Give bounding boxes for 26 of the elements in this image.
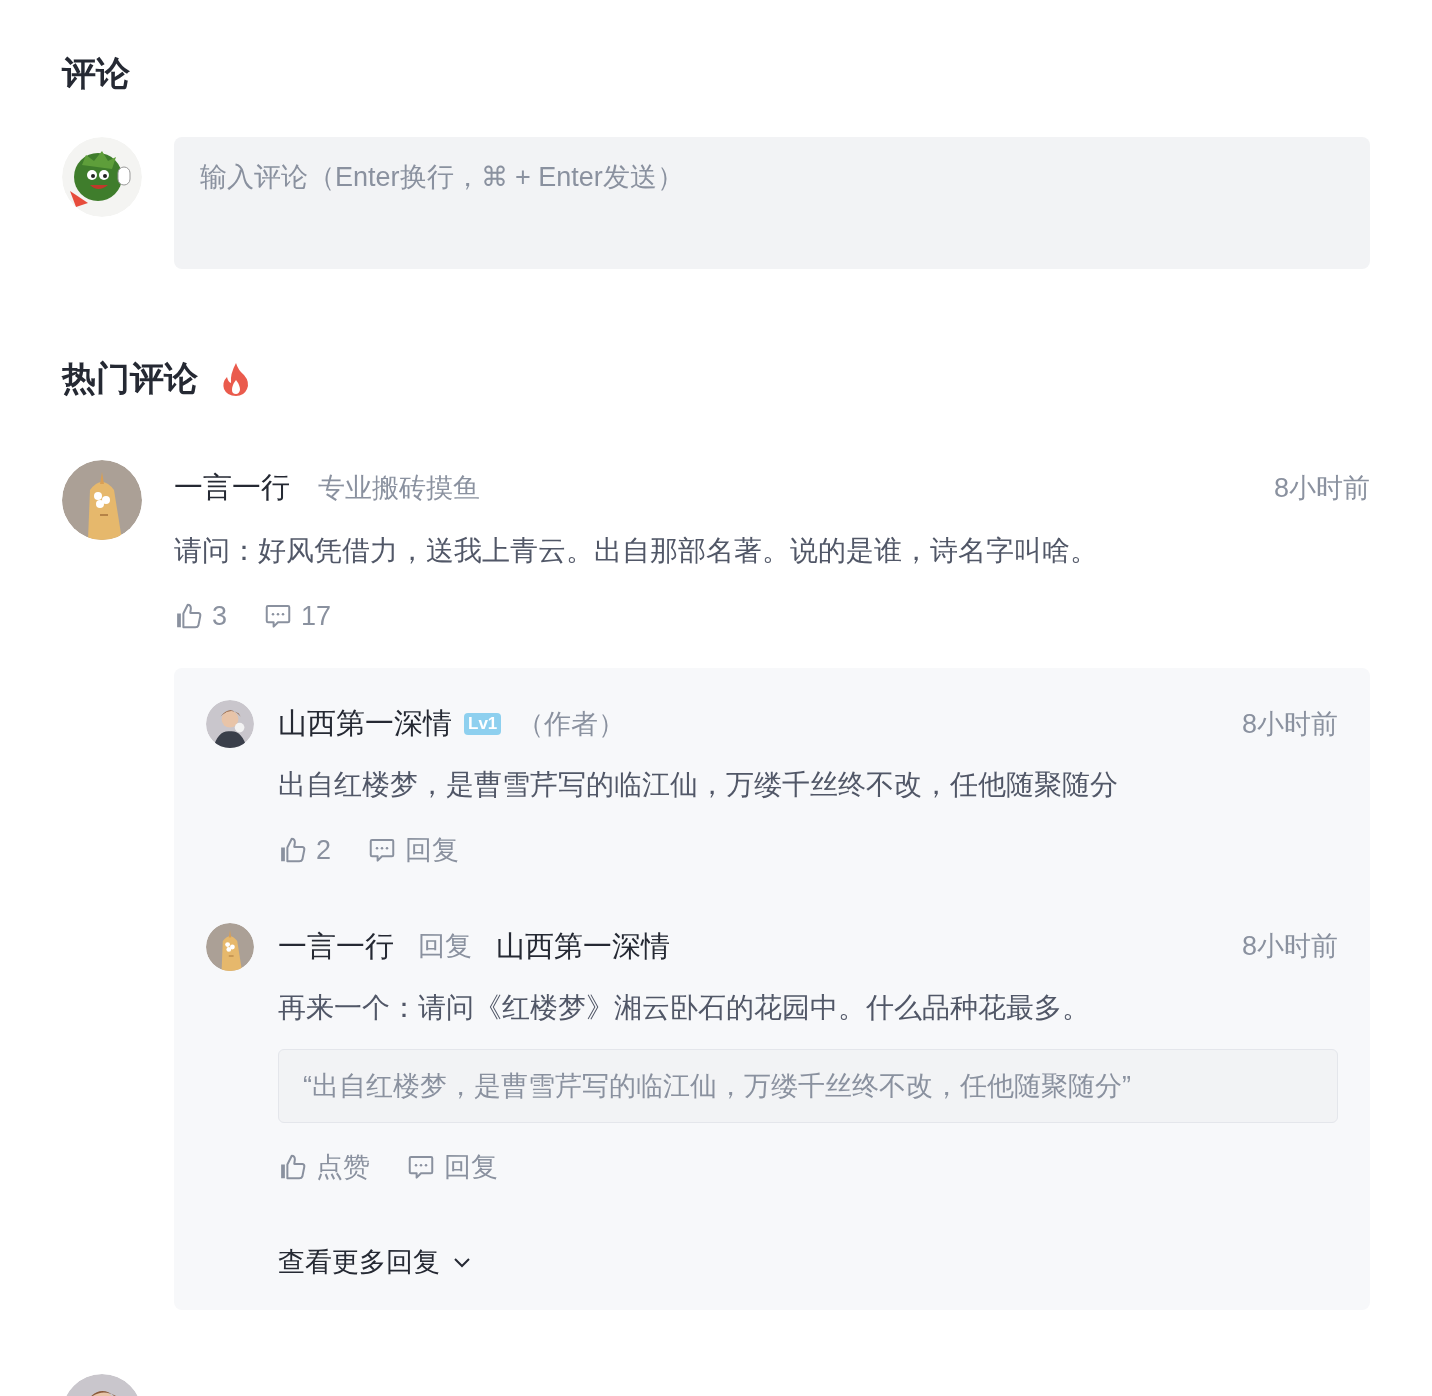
comment-time: 8小时前 xyxy=(1273,471,1370,505)
author-tagline: 专业搬砖摸鱼 xyxy=(318,471,480,505)
author-name[interactable]: 一言一行 xyxy=(278,924,394,969)
quoted-text: “出自红楼梦，是曹雪芹写的临江仙，万缕千丝终不改，任他随聚随分” xyxy=(278,1048,1338,1123)
comment-time: 8小时前 xyxy=(1241,707,1338,741)
like-button[interactable]: 2 xyxy=(278,830,332,871)
author-name[interactable]: 山西第一深情 xyxy=(278,702,452,746)
flame-icon xyxy=(222,361,250,396)
reply-button[interactable]: 回复 xyxy=(406,1147,498,1188)
more-replies-button[interactable]: 查看更多回复 xyxy=(278,1241,472,1282)
author-role: （作者） xyxy=(517,707,626,741)
like-button[interactable]: 点赞 xyxy=(278,1147,370,1188)
comment-text: 出自红楼梦，是曹雪芹写的临江仙，万缕千丝终不改，任他随聚随分 xyxy=(278,768,1119,802)
comment-input[interactable]: 输入评论（Enter换行，⌘ + Enter发送） xyxy=(174,137,1370,269)
level-badge: Lv1 xyxy=(464,713,502,735)
reply-button[interactable]: 17 xyxy=(263,595,332,636)
section-title: 评论 xyxy=(62,53,131,94)
reply-button[interactable]: 回复 xyxy=(367,830,460,871)
comment-time: 8小时前 xyxy=(1241,930,1338,964)
reply-word: 回复 xyxy=(418,930,472,964)
comment-text: 请问：好风凭借力，送我上青云。出自那部名著。说的是谁，诗名字叫啥。 xyxy=(174,533,1099,568)
comment-text: 再来一个：请问《红楼梦》湘云卧石的花园中。什么品种花最多。 xyxy=(278,990,1091,1025)
like-button[interactable]: 3 xyxy=(174,595,228,636)
author-name[interactable]: 山西第一深情 xyxy=(496,924,670,969)
section-title: 热门评论 xyxy=(62,358,198,399)
author-name[interactable]: 一言一行 xyxy=(174,466,290,510)
